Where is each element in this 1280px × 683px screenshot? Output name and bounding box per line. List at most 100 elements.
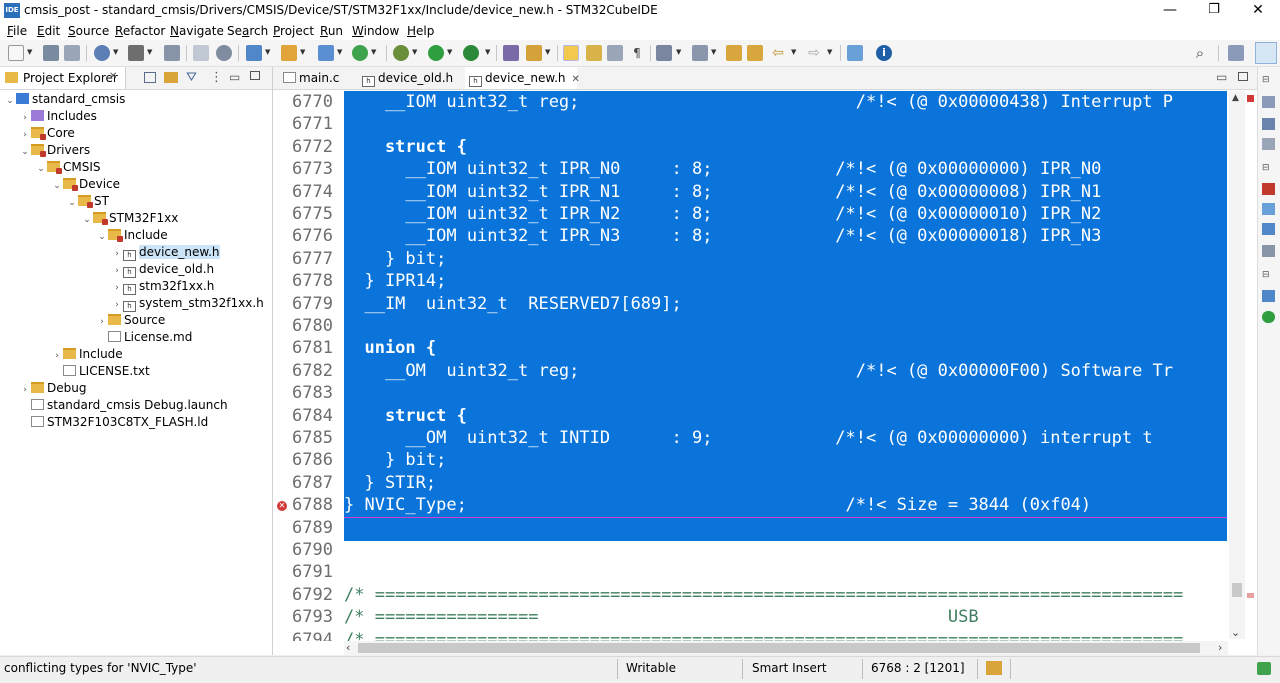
hammer-dropdown-icon[interactable]: ▼ xyxy=(147,48,152,56)
menu-run[interactable]: Run xyxy=(320,24,343,38)
problems-icon[interactable] xyxy=(1262,183,1275,195)
chevron-down-icon[interactable]: ⌄ xyxy=(5,93,15,110)
debug-dropdown-icon[interactable]: ▼ xyxy=(412,48,417,56)
overview-error-marker[interactable] xyxy=(1247,95,1254,102)
run-icon[interactable] xyxy=(428,45,444,61)
console-icon[interactable] xyxy=(1262,223,1275,235)
tree-item-drivers[interactable]: ⌄ Drivers xyxy=(20,142,90,159)
minimize-button[interactable]: — xyxy=(1148,0,1192,22)
forward-edit-icon[interactable] xyxy=(747,45,763,61)
build-targets-icon[interactable] xyxy=(1262,118,1275,130)
back-icon[interactable]: ⇦ xyxy=(770,45,786,61)
menu-refactor[interactable]: Refactor xyxy=(115,24,165,38)
hammer-icon[interactable] xyxy=(128,45,144,61)
forward-icon[interactable]: ⇨ xyxy=(806,45,822,61)
forward-dropdown-icon[interactable]: ▼ xyxy=(827,48,832,56)
scroll-down-icon[interactable]: ⌄ xyxy=(1231,626,1240,639)
view-menu-icon[interactable]: ⋮ xyxy=(210,70,223,85)
run-external-dropdown-icon[interactable]: ▼ xyxy=(485,48,490,56)
close-icon[interactable]: ✕ xyxy=(572,74,580,85)
prev-annotation-dropdown-icon[interactable]: ▼ xyxy=(711,48,716,56)
new-folder-dropdown-icon[interactable]: ▼ xyxy=(300,48,305,56)
run-dropdown-icon[interactable]: ▼ xyxy=(447,48,452,56)
pin-editor-icon[interactable] xyxy=(847,45,863,61)
mark-occurrences-icon[interactable] xyxy=(586,45,602,61)
tree-item-cmsis[interactable]: ⌄ CMSIS xyxy=(36,159,101,176)
new-project-dropdown-icon[interactable]: ▼ xyxy=(265,48,270,56)
tab-device-new-h[interactable]: h device_new.h ✕ xyxy=(465,67,580,89)
tree-item-include[interactable]: ⌄ Include xyxy=(97,227,168,244)
tree-item-stm32f1xx[interactable]: ⌄ STM32F1xx xyxy=(82,210,178,227)
menu-search[interactable]: Search xyxy=(227,24,268,38)
link-icon[interactable] xyxy=(193,45,209,61)
menu-project[interactable]: Project xyxy=(273,24,314,38)
outline-icon[interactable] xyxy=(1262,96,1275,108)
info-icon[interactable]: i xyxy=(876,45,892,61)
horizontal-scroll-thumb[interactable] xyxy=(358,643,1200,653)
chevron-down-icon[interactable]: ⌄ xyxy=(52,178,62,195)
live-expressions-icon[interactable] xyxy=(1262,311,1275,323)
tree-item-license-md[interactable]: License.md xyxy=(97,329,192,346)
tree-item-device-old-h[interactable]: › h device_old.h xyxy=(112,261,214,278)
scroll-up-icon[interactable]: ▲ xyxy=(1232,93,1239,103)
search-tool-dropdown-icon[interactable]: ▼ xyxy=(545,48,550,56)
maximize-view-icon[interactable] xyxy=(250,71,260,80)
binary-icon[interactable] xyxy=(164,45,180,61)
menu-file[interactable]: File xyxy=(7,24,27,38)
new-dropdown-icon[interactable]: ▼ xyxy=(27,48,32,56)
tree-item-device-new-h[interactable]: › h device_new.h xyxy=(112,244,220,261)
restore-button[interactable]: ❐ xyxy=(1192,0,1236,22)
restore-view-icon[interactable]: ⊟ xyxy=(1262,163,1275,175)
maximize-editor-icon[interactable] xyxy=(1238,72,1248,81)
tree-item-core[interactable]: › Core xyxy=(20,125,75,142)
chevron-down-icon[interactable]: ⌄ xyxy=(36,161,46,178)
new-class-dropdown-icon[interactable]: ▼ xyxy=(337,48,342,56)
new-icon[interactable] xyxy=(8,45,24,61)
build-settings-icon[interactable] xyxy=(94,45,110,61)
new-folder-icon[interactable] xyxy=(281,45,297,61)
chevron-down-icon[interactable]: ⌄ xyxy=(82,212,92,229)
tree-item-st[interactable]: ⌄ ST xyxy=(67,193,109,210)
external-tools-dropdown-icon[interactable]: ▼ xyxy=(371,48,376,56)
chevron-down-icon[interactable]: ⌄ xyxy=(20,144,30,161)
restore-view-icon[interactable]: ⊟ xyxy=(1262,270,1275,282)
last-edit-icon[interactable] xyxy=(726,45,742,61)
link-editor-icon[interactable] xyxy=(164,72,178,83)
search-tool-icon[interactable] xyxy=(526,45,542,61)
new-class-icon[interactable] xyxy=(318,45,334,61)
menu-window[interactable]: Window xyxy=(352,24,399,38)
prev-annotation-icon[interactable] xyxy=(692,45,708,61)
tree-item-standard-cmsis[interactable]: ⌄ standard_cmsis xyxy=(5,91,125,108)
perspective-cpp-icon[interactable] xyxy=(1255,42,1277,64)
progress-icon[interactable] xyxy=(1257,662,1271,675)
scroll-right-icon[interactable]: › xyxy=(1218,641,1222,654)
tree-item-system-stm32f1xx-h[interactable]: › h system_stm32f1xx.h xyxy=(112,295,264,312)
close-icon[interactable]: ✕ xyxy=(109,71,117,82)
restore-view-icon[interactable]: ⊟ xyxy=(1262,75,1275,87)
close-button[interactable]: ✕ xyxy=(1236,0,1280,22)
menu-navigate[interactable]: Navigate xyxy=(170,24,224,38)
vertical-scroll-thumb[interactable] xyxy=(1232,583,1242,597)
back-dropdown-icon[interactable]: ▼ xyxy=(791,48,796,56)
menu-source[interactable]: Source xyxy=(68,24,109,38)
minimize-view-icon[interactable]: ▭ xyxy=(229,70,240,84)
target-icon[interactable] xyxy=(216,45,232,61)
tree-item-include-2[interactable]: › Include xyxy=(52,346,123,363)
tree-item-license-txt[interactable]: LICENSE.txt xyxy=(52,363,150,380)
menu-help[interactable]: Help xyxy=(407,24,434,38)
save-all-icon[interactable] xyxy=(64,45,80,61)
minimize-editor-icon[interactable]: ▭ xyxy=(1216,70,1227,84)
chevron-down-icon[interactable]: ⌄ xyxy=(67,195,77,212)
whitespace-icon[interactable]: ¶ xyxy=(629,45,645,61)
highlight-icon[interactable] xyxy=(563,45,579,61)
build-dropdown-icon[interactable]: ▼ xyxy=(113,48,118,56)
overview-marker[interactable] xyxy=(1247,593,1254,598)
tab-main-c[interactable]: main.c xyxy=(279,67,357,89)
tree-item-device[interactable]: ⌄ Device xyxy=(52,176,120,193)
menu-edit[interactable]: Edit xyxy=(37,24,60,38)
next-annotation-dropdown-icon[interactable]: ▼ xyxy=(676,48,681,56)
collapse-all-icon[interactable] xyxy=(144,72,156,83)
filter-icon[interactable]: ⛛ xyxy=(186,70,197,85)
search-icon[interactable]: ⌕ xyxy=(1192,45,1208,61)
open-type-icon[interactable] xyxy=(503,45,519,61)
